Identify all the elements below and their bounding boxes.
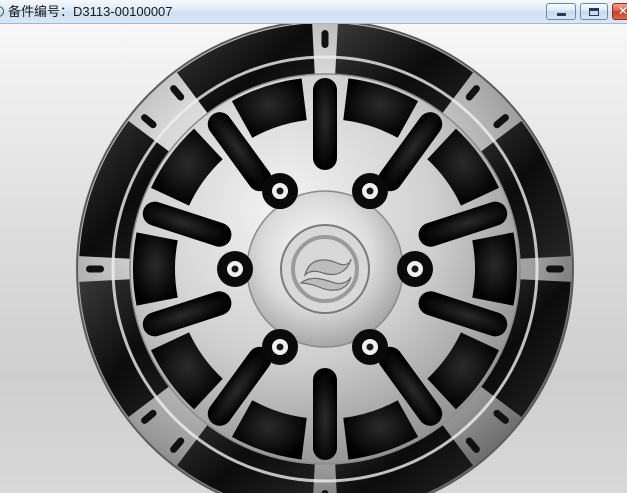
lug-center — [366, 343, 374, 351]
lug-center — [276, 343, 284, 351]
spoke-window — [133, 232, 178, 306]
maximize-button[interactable] — [580, 3, 608, 20]
wheel-rim — [76, 24, 574, 493]
spoke-slot — [313, 78, 337, 170]
minimize-button[interactable] — [546, 3, 576, 20]
spoke-window — [472, 232, 517, 306]
maximize-icon — [589, 8, 599, 16]
spoke-slot — [313, 368, 337, 460]
minimize-icon — [557, 13, 566, 16]
lug-center — [276, 187, 284, 195]
rim-slot — [321, 30, 329, 48]
rim-slot — [86, 265, 104, 273]
close-icon: ✕ — [618, 4, 627, 18]
lug-center — [411, 265, 419, 273]
lug-center — [231, 265, 239, 273]
application-window: 备件编号：D3113-00100007 ✕ — [0, 0, 627, 493]
title-bar[interactable]: 备件编号：D3113-00100007 ✕ — [0, 0, 627, 24]
3d-model-viewport[interactable] — [0, 24, 627, 493]
app-icon[interactable] — [0, 6, 4, 17]
lug-center — [366, 187, 374, 195]
window-title: 备件编号：D3113-00100007 — [8, 4, 173, 19]
close-button[interactable]: ✕ — [612, 3, 627, 20]
wheel-render — [76, 24, 574, 493]
